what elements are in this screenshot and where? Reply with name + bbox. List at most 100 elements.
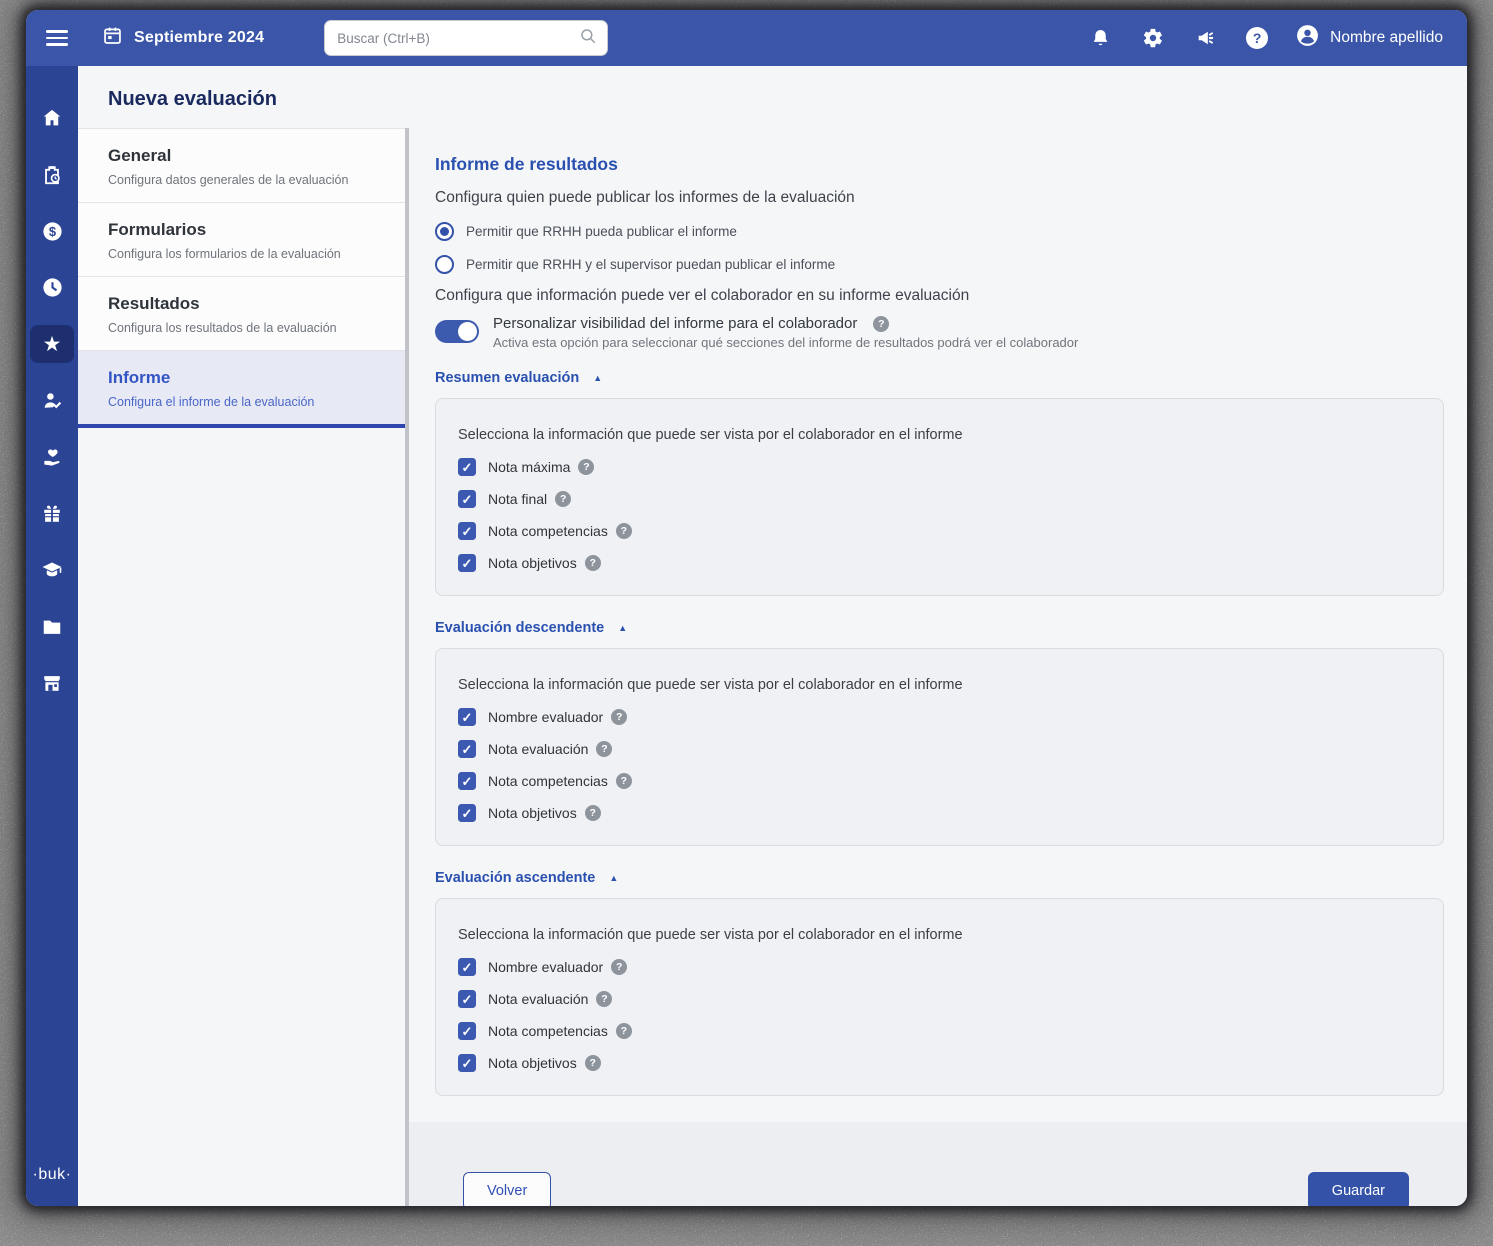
checkbox-label: Nombre evaluador bbox=[488, 959, 603, 975]
user-menu[interactable]: Nombre apellido bbox=[1295, 23, 1443, 53]
step-label: Resultados bbox=[108, 294, 389, 314]
checkbox-checked[interactable]: ✓ bbox=[458, 1022, 476, 1040]
checkbox-checked[interactable]: ✓ bbox=[458, 958, 476, 976]
chevron-up-icon[interactable]: ▲ bbox=[609, 873, 618, 883]
icon-sidebar: $ ★ bbox=[26, 66, 78, 1206]
period-label: Septiembre 2024 bbox=[134, 29, 264, 47]
publish-question: Configura quien puede publicar los infor… bbox=[435, 189, 1444, 207]
checkbox-checked[interactable]: ✓ bbox=[458, 740, 476, 758]
help-icon[interactable]: ? bbox=[873, 316, 889, 332]
money-icon: $ bbox=[41, 220, 64, 243]
chevron-up-icon[interactable]: ▲ bbox=[593, 373, 602, 383]
sidebar-item-benefits[interactable] bbox=[26, 486, 78, 543]
visibility-question: Configura que información puede ver el c… bbox=[435, 287, 1444, 305]
notifications-bell-icon[interactable] bbox=[1087, 25, 1113, 51]
global-search[interactable] bbox=[324, 20, 608, 56]
person-check-icon bbox=[41, 389, 64, 412]
checkbox-checked[interactable]: ✓ bbox=[458, 708, 476, 726]
radio-option-rrhh-supervisor[interactable]: Permitir que RRHH y el supervisor puedan… bbox=[435, 254, 1444, 274]
help-icon[interactable]: ? bbox=[585, 1055, 601, 1071]
checkbox-checked[interactable]: ✓ bbox=[458, 990, 476, 1008]
help-icon[interactable]: ? bbox=[616, 773, 632, 789]
sidebar-item-assignments[interactable] bbox=[26, 147, 78, 204]
sidebar-item-selection[interactable] bbox=[26, 373, 78, 430]
checkbox-row: ✓ Nombre evaluador ? bbox=[458, 957, 1423, 977]
help-icon[interactable]: ? bbox=[555, 491, 571, 507]
sidebar-item-marketplace[interactable] bbox=[26, 655, 78, 712]
checkbox-row: ✓ Nombre evaluador ? bbox=[458, 707, 1423, 727]
section-panel-descendente: Selecciona la información que puede ser … bbox=[435, 648, 1444, 846]
user-avatar-icon bbox=[1295, 23, 1320, 53]
section-header-resumen[interactable]: Resumen evaluación ▲ bbox=[435, 370, 1444, 386]
step-general[interactable]: General Configura datos generales de la … bbox=[78, 129, 405, 203]
checkbox-row: ✓ Nota evaluación ? bbox=[458, 989, 1423, 1009]
checkbox-checked[interactable]: ✓ bbox=[458, 554, 476, 572]
checkbox-checked[interactable]: ✓ bbox=[458, 458, 476, 476]
section-panel-ascendente: Selecciona la información que puede ser … bbox=[435, 898, 1444, 1096]
step-formularios[interactable]: Formularios Configura los formularios de… bbox=[78, 203, 405, 277]
help-icon[interactable]: ? bbox=[611, 709, 627, 725]
svg-text:$: $ bbox=[48, 224, 55, 239]
checkbox-checked[interactable]: ✓ bbox=[458, 490, 476, 508]
app-window: Septiembre 2024 ? Nombre apel bbox=[26, 10, 1467, 1206]
section-title: Resumen evaluación bbox=[435, 370, 579, 386]
sidebar-item-culture[interactable] bbox=[26, 429, 78, 486]
checkbox-checked[interactable]: ✓ bbox=[458, 522, 476, 540]
section-header-ascendente[interactable]: Evaluación ascendente ▲ bbox=[435, 870, 1444, 886]
section-heading: Informe de resultados bbox=[435, 154, 1444, 175]
section-header-descendente[interactable]: Evaluación descendente ▲ bbox=[435, 620, 1444, 636]
step-informe[interactable]: Informe Configura el informe de la evalu… bbox=[78, 351, 405, 424]
step-description: Configura los resultados de la evaluació… bbox=[108, 321, 389, 335]
back-button[interactable]: Volver bbox=[463, 1172, 551, 1206]
sidebar-item-evaluations[interactable]: ★ bbox=[26, 316, 78, 373]
search-input[interactable] bbox=[337, 31, 579, 46]
step-description: Configura los formularios de la evaluaci… bbox=[108, 247, 389, 261]
step-description: Configura el informe de la evaluación bbox=[108, 395, 389, 409]
help-icon[interactable]: ? bbox=[585, 555, 601, 571]
check-icon: ✓ bbox=[462, 461, 473, 474]
clock-icon bbox=[41, 276, 64, 299]
sidebar-item-time[interactable] bbox=[26, 260, 78, 317]
steps-nav-panel: General Configura datos generales de la … bbox=[78, 128, 405, 428]
help-icon[interactable]: ? bbox=[1246, 27, 1268, 49]
checkbox-checked[interactable]: ✓ bbox=[458, 1054, 476, 1072]
section-title: Evaluación ascendente bbox=[435, 870, 595, 886]
help-icon[interactable]: ? bbox=[578, 459, 594, 475]
sidebar-item-payroll[interactable]: $ bbox=[26, 203, 78, 260]
check-icon: ✓ bbox=[462, 993, 473, 1006]
graduation-cap-icon bbox=[40, 558, 64, 582]
help-icon[interactable]: ? bbox=[585, 805, 601, 821]
radio-selected[interactable] bbox=[435, 222, 454, 241]
checkbox-checked[interactable]: ✓ bbox=[458, 804, 476, 822]
help-icon[interactable]: ? bbox=[616, 1023, 632, 1039]
check-icon: ✓ bbox=[462, 525, 473, 538]
help-icon[interactable]: ? bbox=[596, 741, 612, 757]
help-icon[interactable]: ? bbox=[611, 959, 627, 975]
sidebar-item-home[interactable] bbox=[26, 90, 78, 147]
panel-intro: Selecciona la información que puede ser … bbox=[458, 925, 1423, 945]
check-icon: ✓ bbox=[462, 1057, 473, 1070]
panel-intro: Selecciona la información que puede ser … bbox=[458, 425, 1423, 445]
checkbox-label: Nota competencias bbox=[488, 773, 608, 789]
chevron-up-icon[interactable]: ▲ bbox=[618, 623, 627, 633]
radio-option-rrhh[interactable]: Permitir que RRHH pueda publicar el info… bbox=[435, 221, 1444, 241]
search-icon bbox=[579, 27, 597, 50]
help-icon[interactable]: ? bbox=[616, 523, 632, 539]
hamburger-menu-icon[interactable] bbox=[46, 25, 72, 51]
help-icon[interactable]: ? bbox=[596, 991, 612, 1007]
sidebar-item-training[interactable] bbox=[26, 542, 78, 599]
panel-intro: Selecciona la información que puede ser … bbox=[458, 675, 1423, 695]
visibility-toggle[interactable] bbox=[435, 320, 479, 343]
announcements-megaphone-icon[interactable] bbox=[1193, 25, 1219, 51]
checkbox-row: ✓ Nota objetivos ? bbox=[458, 1053, 1423, 1073]
sidebar-item-documents[interactable] bbox=[26, 599, 78, 656]
gift-icon bbox=[41, 503, 63, 525]
checkbox-checked[interactable]: ✓ bbox=[458, 772, 476, 790]
check-icon: ✓ bbox=[462, 711, 473, 724]
page-title: Nueva evaluación bbox=[108, 88, 277, 111]
period-selector[interactable]: Septiembre 2024 bbox=[102, 25, 264, 51]
settings-gear-icon[interactable] bbox=[1140, 25, 1166, 51]
step-resultados[interactable]: Resultados Configura los resultados de l… bbox=[78, 277, 405, 351]
save-button[interactable]: Guardar bbox=[1308, 1172, 1409, 1206]
radio-unselected[interactable] bbox=[435, 255, 454, 274]
